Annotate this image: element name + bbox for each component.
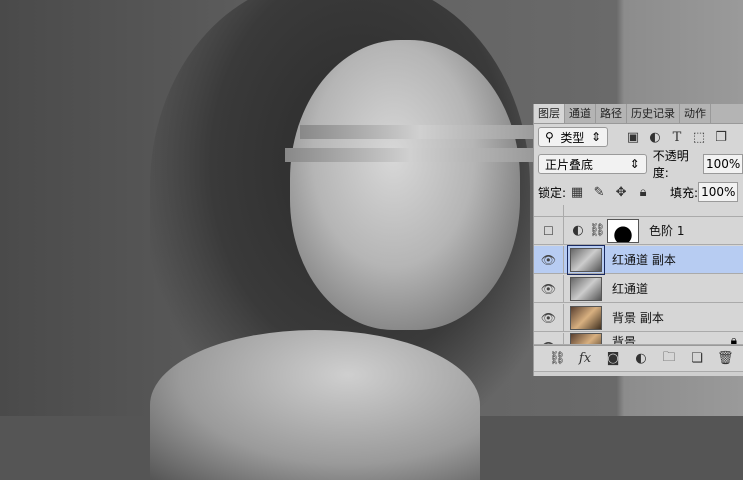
blend-mode-select[interactable]: 正片叠底 ⇕ [538, 154, 647, 174]
layer-row[interactable]: 👁︎ 背景 副本 [534, 304, 743, 332]
adjustment-filter-icon[interactable]: ◐ [647, 130, 663, 145]
blend-mode-value: 正片叠底 [545, 157, 594, 172]
search-icon: ⚲ [545, 130, 554, 144]
layer-name: 红通道 副本 [612, 253, 676, 267]
smart-object-filter-icon[interactable]: ❐ [713, 130, 729, 145]
spinner-icon: ⇕ [629, 157, 640, 171]
layer-thumbnail [570, 276, 602, 301]
lock-position-move-icon[interactable]: ✥ [613, 185, 629, 200]
new-layer-icon[interactable]: ❏ [689, 351, 705, 366]
tab-history[interactable]: 历史记录 [627, 104, 680, 123]
layer-row-partial[interactable] [534, 205, 743, 217]
layer-row-selected[interactable]: 👁︎ 红通道 副本 [534, 244, 743, 275]
layer-name: 背景 副本 [612, 311, 664, 325]
lock-transparent-icon[interactable]: ▦ [569, 185, 585, 200]
photo-glitch-strip [285, 148, 535, 162]
photo-shoulder [150, 330, 480, 480]
link-icon[interactable]: ⛓ [589, 223, 606, 238]
photo-glitch-strip [300, 125, 540, 139]
layer-row[interactable]: 👁︎ 红通道 [534, 275, 743, 303]
tab-actions[interactable]: 动作 [680, 104, 711, 123]
layer-thumbnail [570, 305, 602, 330]
opacity-input[interactable]: 100% [703, 154, 743, 174]
layer-thumbnail [570, 333, 602, 344]
tab-paths[interactable]: 路径 [596, 104, 627, 123]
lock-label: 锁定: [538, 185, 567, 200]
fx-icon[interactable]: fx [577, 351, 593, 366]
eye-icon[interactable]: 👁︎ [534, 333, 564, 344]
image-filter-icon[interactable]: ▣ [625, 130, 641, 145]
spinner-icon: ⇕ [590, 130, 601, 144]
panel-resize-grip[interactable] [534, 371, 743, 376]
opacity-label: 不透明度: [652, 149, 689, 180]
layer-row-partial[interactable]: 👁︎ 背景 🔒︎ [534, 333, 743, 345]
photo-face [290, 40, 520, 330]
filter-type-value: 类型 [560, 130, 585, 145]
layer-name: 红通道 [612, 282, 649, 296]
visibility-slot [534, 205, 564, 216]
panel-tabs: 图层 通道 路径 历史记录 动作 [534, 104, 743, 124]
type-filter-icon[interactable]: T [669, 130, 685, 145]
tab-layers[interactable]: 图层 [534, 104, 565, 123]
link-layers-icon[interactable]: ⛓ [549, 351, 566, 366]
layer-name: 背景 [612, 335, 637, 345]
layer-mask-thumbnail[interactable] [607, 218, 639, 243]
new-group-folder-icon[interactable]: 🗀 [661, 348, 677, 370]
filter-type-select[interactable]: ⚲ 类型 ⇕ [538, 127, 608, 147]
adjustment-layer-icon: ◐ [572, 223, 584, 238]
lock-icon: 🔒︎ [730, 333, 737, 345]
add-mask-icon[interactable]: ◙ [605, 351, 621, 366]
eye-icon[interactable]: 👁︎ [534, 275, 564, 302]
layer-name: 色阶 1 [649, 224, 685, 238]
layer-row[interactable]: ☐ ◐ ⛓ 色阶 1 [534, 217, 743, 245]
visibility-toggle-empty[interactable]: ☐ [534, 217, 564, 244]
layers-panel: 图层 通道 路径 历史记录 动作 ⚲ 类型 ⇕ ▣ ◐ T ⬚ ❐ 正片叠底 ⇕… [533, 104, 743, 376]
layer-thumbnail [567, 244, 605, 275]
tab-channels[interactable]: 通道 [565, 104, 596, 123]
new-adjustment-icon[interactable]: ◐ [633, 351, 649, 366]
shape-filter-icon[interactable]: ⬚ [691, 130, 707, 145]
eye-icon[interactable]: 👁︎ [534, 304, 564, 331]
fill-label: 填充: [670, 185, 699, 200]
lock-paint-brush-icon[interactable]: ✎ [591, 185, 607, 200]
trash-icon[interactable]: 🗑︎ [717, 351, 734, 366]
panel-bottom-toolbar: ⛓ fx ◙ ◐ 🗀 ❏ 🗑︎ [534, 345, 743, 371]
fill-input[interactable]: 100% [698, 182, 739, 202]
eye-icon[interactable]: 👁︎ [534, 246, 564, 273]
lock-all-icon[interactable]: 🔒︎ [635, 185, 651, 200]
